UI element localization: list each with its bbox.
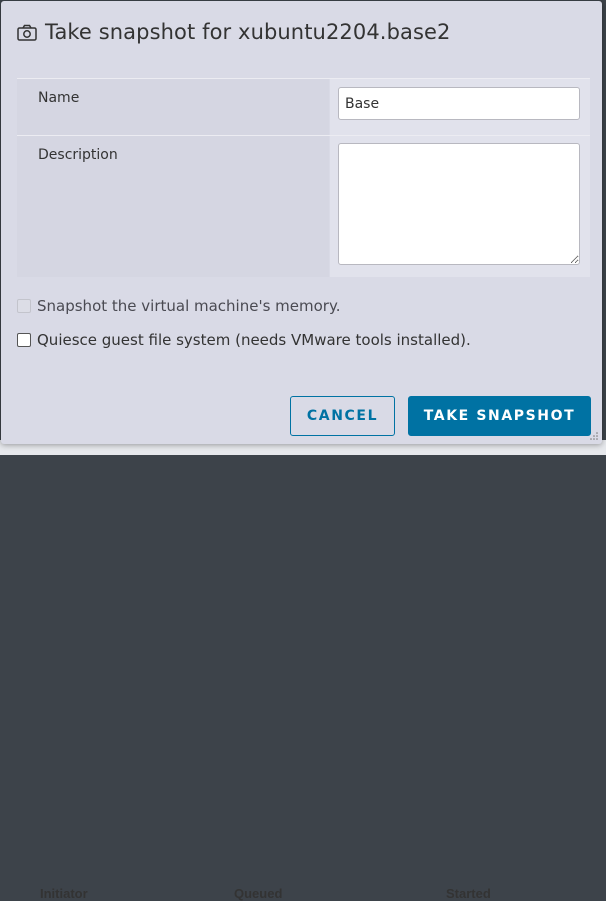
memory-checkbox-label: Snapshot the virtual machine's memory.: [37, 297, 341, 315]
camera-icon: [17, 24, 37, 41]
quiesce-option: Quiesce guest file system (needs VMware …: [17, 331, 471, 349]
background-col-initiator: Initiator: [40, 886, 88, 901]
snapshot-form: Name Description: [17, 78, 590, 277]
description-textarea[interactable]: [338, 143, 580, 265]
memory-checkbox[interactable]: [17, 299, 31, 313]
name-input[interactable]: [338, 87, 580, 120]
description-label-cell: Description: [17, 136, 329, 277]
resize-grip-icon[interactable]: [590, 432, 598, 440]
snapshot-dialog: Take snapshot for xubuntu2204.base2 Name…: [1, 1, 602, 444]
name-label-cell: Name: [17, 79, 329, 135]
background-col-queued: Queued: [234, 886, 283, 901]
dialog-title: Take snapshot for xubuntu2204.base2: [45, 20, 451, 44]
description-row: Description: [17, 136, 590, 277]
description-value-cell: [330, 136, 590, 277]
quiesce-checkbox-label: Quiesce guest file system (needs VMware …: [37, 331, 471, 349]
memory-option: Snapshot the virtual machine's memory.: [17, 297, 340, 315]
dialog-header: Take snapshot for xubuntu2204.base2: [17, 19, 451, 45]
take-snapshot-button[interactable]: TAKE SNAPSHOT: [408, 396, 591, 436]
quiesce-checkbox[interactable]: [17, 333, 31, 347]
name-value-cell: [330, 79, 590, 135]
name-row: Name: [17, 79, 590, 136]
name-label: Name: [38, 90, 80, 106]
background-col-started: Started: [446, 886, 491, 901]
cancel-button[interactable]: CANCEL: [290, 396, 395, 436]
description-label: Description: [38, 147, 118, 163]
